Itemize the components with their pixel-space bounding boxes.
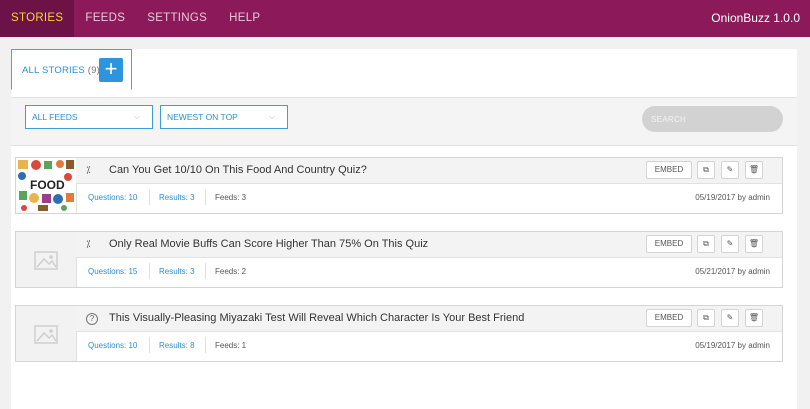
- stories-content: ALL STORIES (9) + ALL FEEDS ⌵ NEWEST ON …: [11, 49, 797, 409]
- questions-count[interactable]: Questions: 10: [88, 341, 137, 350]
- feeds-count: Feeds: 3: [215, 193, 247, 202]
- percent-icon: ⁒: [86, 239, 91, 250]
- delete-button[interactable]: 🗑: [745, 309, 763, 327]
- edit-button[interactable]: ✎: [721, 161, 739, 179]
- app-version-label: OnionBuzz 1.0.0: [711, 11, 800, 25]
- top-navbar: STORIES FEEDS SETTINGS HELP OnionBuzz 1.…: [0, 0, 810, 37]
- copy-icon: ⧉: [703, 165, 709, 174]
- pencil-icon: ✎: [726, 313, 734, 322]
- image-placeholder-icon: [34, 325, 58, 344]
- duplicate-button[interactable]: ⧉: [697, 161, 715, 179]
- story-date: 05/21/2017 by admin: [695, 267, 770, 276]
- image-placeholder-icon: [34, 251, 58, 270]
- story-date: 05/19/2017 by admin: [695, 193, 770, 202]
- story-card[interactable]: ⁒ Only Real Movie Buffs Can Score Higher…: [15, 231, 783, 288]
- trash-icon: 🗑: [748, 313, 760, 322]
- results-count[interactable]: Results: 3: [159, 267, 195, 276]
- divider: [205, 263, 206, 279]
- embed-button[interactable]: EMBED: [646, 235, 692, 253]
- divider: [149, 189, 150, 205]
- trash-icon: 🗑: [748, 165, 760, 174]
- chevron-down-icon: ⌵: [133, 112, 140, 121]
- main-nav: STORIES FEEDS SETTINGS HELP: [0, 0, 271, 37]
- feeds-count: Feeds: 1: [215, 341, 247, 350]
- stories-panel: ALL FEEDS ⌵ NEWEST ON TOP ⌵ FOOD: [11, 91, 797, 409]
- story-title[interactable]: This Visually-Pleasing Miyazaki Test Wil…: [109, 312, 524, 324]
- story-card[interactable]: ? This Visually-Pleasing Miyazaki Test W…: [15, 305, 783, 362]
- story-thumbnail: [16, 232, 77, 287]
- story-thumbnail: FOOD: [16, 158, 77, 213]
- story-header: ⁒ Only Real Movie Buffs Can Score Higher…: [76, 232, 782, 258]
- add-story-button[interactable]: +: [99, 58, 123, 82]
- pencil-icon: ✎: [726, 239, 734, 248]
- tab-label-text: ALL STORIES: [22, 65, 85, 76]
- delete-button[interactable]: 🗑: [745, 161, 763, 179]
- story-header: ? This Visually-Pleasing Miyazaki Test W…: [76, 306, 782, 332]
- tab-all-stories-label: ALL STORIES (9): [22, 65, 100, 76]
- results-count[interactable]: Results: 8: [159, 341, 195, 350]
- divider: [205, 337, 206, 353]
- nav-help[interactable]: HELP: [218, 0, 271, 37]
- story-title[interactable]: Only Real Movie Buffs Can Score Higher T…: [109, 238, 428, 250]
- percent-icon: ⁒: [86, 165, 91, 176]
- sort-select-value: NEWEST ON TOP: [167, 112, 238, 122]
- feeds-select-value: ALL FEEDS: [32, 112, 78, 122]
- search-input[interactable]: [642, 106, 783, 132]
- story-header: ⁒ Can You Get 10/10 On This Food And Cou…: [76, 158, 782, 184]
- pencil-icon: ✎: [726, 165, 734, 174]
- duplicate-button[interactable]: ⧉: [697, 309, 715, 327]
- questions-count[interactable]: Questions: 15: [88, 267, 137, 276]
- edit-button[interactable]: ✎: [721, 235, 739, 253]
- plus-icon: +: [104, 56, 118, 81]
- nav-settings[interactable]: SETTINGS: [136, 0, 218, 37]
- embed-button[interactable]: EMBED: [646, 309, 692, 327]
- nav-feeds[interactable]: FEEDS: [74, 0, 136, 37]
- copy-icon: ⧉: [703, 239, 709, 248]
- story-date: 05/19/2017 by admin: [695, 341, 770, 350]
- question-circle-icon: ?: [86, 313, 98, 325]
- divider: [149, 337, 150, 353]
- results-count[interactable]: Results: 3: [159, 193, 195, 202]
- duplicate-button[interactable]: ⧉: [697, 235, 715, 253]
- story-card[interactable]: FOOD ⁒ Can You Get 10/10 On This Food An…: [15, 157, 783, 214]
- food-collage-image: FOOD: [18, 160, 74, 211]
- divider: [149, 263, 150, 279]
- copy-icon: ⧉: [703, 313, 709, 322]
- stories-tabbar: ALL STORIES (9) +: [11, 49, 797, 92]
- filter-bar: ALL FEEDS ⌵ NEWEST ON TOP ⌵: [11, 97, 797, 146]
- edit-button[interactable]: ✎: [721, 309, 739, 327]
- feeds-select[interactable]: ALL FEEDS ⌵: [25, 105, 153, 129]
- nav-stories[interactable]: STORIES: [0, 0, 75, 37]
- sort-select[interactable]: NEWEST ON TOP ⌵: [160, 105, 288, 129]
- divider: [205, 189, 206, 205]
- trash-icon: 🗑: [748, 239, 760, 248]
- food-logo-text: FOOD: [30, 178, 65, 192]
- embed-button[interactable]: EMBED: [646, 161, 692, 179]
- delete-button[interactable]: 🗑: [745, 235, 763, 253]
- story-thumbnail: [16, 306, 77, 361]
- questions-count[interactable]: Questions: 10: [88, 193, 137, 202]
- chevron-down-icon: ⌵: [268, 112, 275, 121]
- feeds-count: Feeds: 2: [215, 267, 247, 276]
- tab-all-stories[interactable]: ALL STORIES (9) +: [11, 49, 132, 90]
- story-title[interactable]: Can You Get 10/10 On This Food And Count…: [109, 164, 367, 176]
